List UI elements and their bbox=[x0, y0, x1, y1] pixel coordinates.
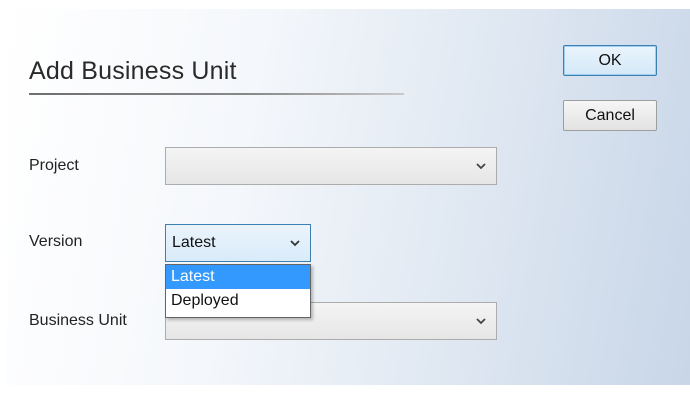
project-select[interactable] bbox=[165, 147, 497, 185]
project-label: Project bbox=[29, 157, 79, 174]
version-label: Version bbox=[29, 233, 83, 250]
chevron-down-icon bbox=[476, 318, 486, 325]
chevron-down-icon bbox=[476, 163, 486, 170]
cancel-button[interactable]: Cancel bbox=[563, 100, 657, 131]
title-divider bbox=[29, 93, 404, 95]
version-select[interactable]: Latest bbox=[165, 224, 311, 262]
dialog-title: Add Business Unit bbox=[29, 57, 237, 85]
chevron-down-icon bbox=[290, 240, 300, 247]
add-business-unit-dialog: Add Business Unit OK Cancel Project Vers… bbox=[7, 9, 690, 385]
version-dropdown-list: Latest Deployed bbox=[165, 264, 311, 318]
version-option-latest[interactable]: Latest bbox=[166, 265, 310, 289]
ok-button[interactable]: OK bbox=[563, 45, 657, 76]
business-unit-label: Business Unit bbox=[29, 312, 127, 329]
version-option-deployed[interactable]: Deployed bbox=[166, 289, 310, 313]
version-select-value: Latest bbox=[172, 234, 216, 251]
